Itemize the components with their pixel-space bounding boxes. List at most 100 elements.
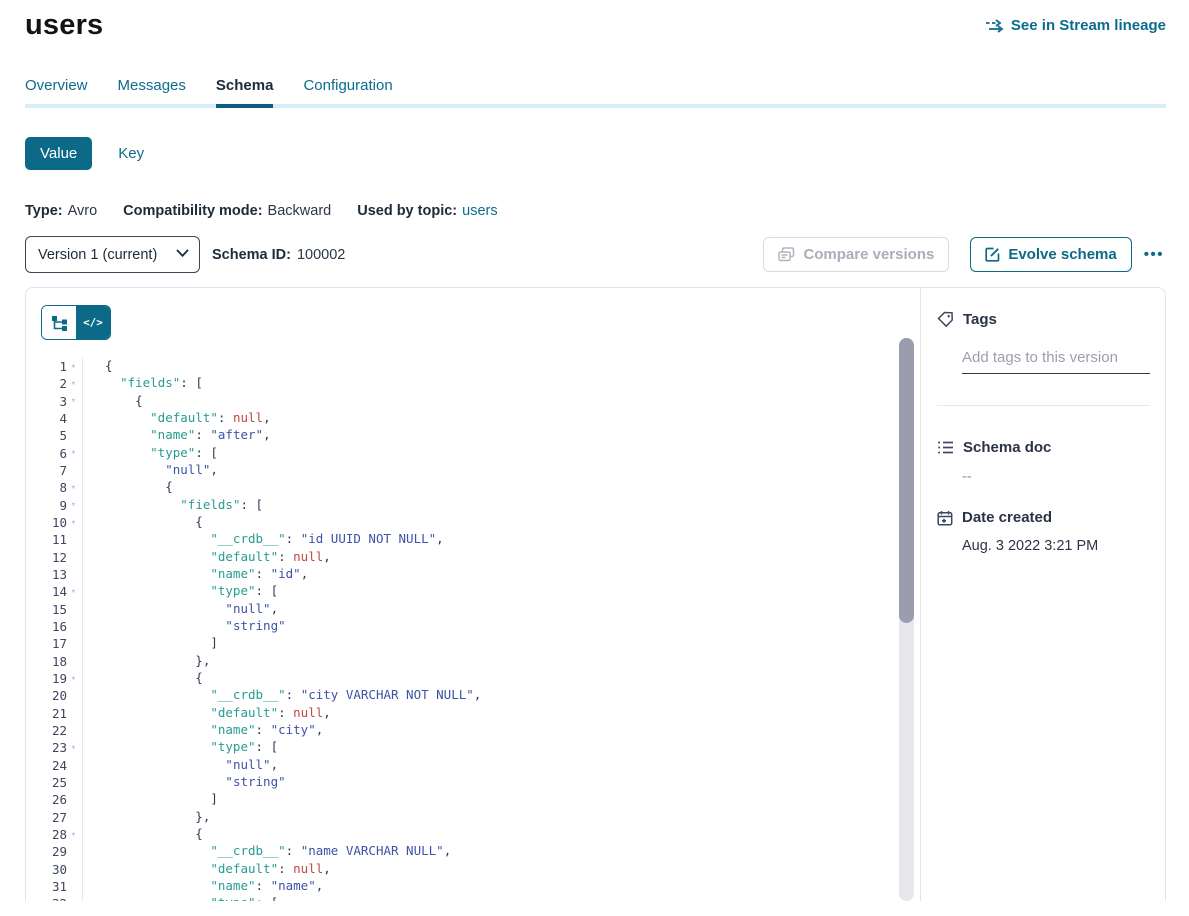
date-created-value: Aug. 3 2022 3:21 PM — [937, 538, 1150, 554]
code-view-button[interactable]: </> — [76, 306, 110, 339]
schema-id-label: Schema ID: — [212, 247, 291, 263]
code-text: { — [83, 393, 143, 410]
line-number: 11 — [52, 532, 67, 547]
fold-arrow-icon[interactable]: ▾ — [67, 362, 80, 372]
code-line: 14▾ "type": [ — [26, 583, 920, 600]
evolve-schema-button[interactable]: Evolve schema — [970, 237, 1131, 272]
code-line: 32▾ "type": [ — [26, 895, 920, 901]
topic-link[interactable]: users — [462, 203, 497, 219]
line-number: 12 — [52, 550, 67, 565]
more-options-button[interactable]: ••• — [1142, 242, 1166, 267]
tab-configuration[interactable]: Configuration — [303, 77, 392, 104]
line-number: 32 — [52, 896, 67, 901]
code-text: "type": [ — [83, 583, 278, 600]
line-number: 31 — [52, 879, 67, 894]
code-line: 25 "string" — [26, 774, 920, 791]
sidebar-divider — [937, 405, 1150, 406]
tab-schema[interactable]: Schema — [216, 77, 274, 104]
code-line: 23▾ "type": [ — [26, 739, 920, 756]
code-line: 16 "string" — [26, 618, 920, 635]
fold-arrow-icon[interactable]: ▾ — [67, 674, 80, 684]
code-text: { — [83, 826, 203, 843]
line-number: 30 — [52, 862, 67, 877]
compare-versions-label: Compare versions — [803, 246, 934, 263]
code-text: }, — [83, 653, 210, 670]
code-line: 30 "default": null, — [26, 861, 920, 878]
fold-arrow-icon[interactable]: ▾ — [67, 500, 80, 510]
line-number: 10 — [52, 515, 67, 530]
code-text: "fields": [ — [83, 497, 263, 514]
line-number: 25 — [52, 775, 67, 790]
line-number: 21 — [52, 706, 67, 721]
key-toggle-button[interactable]: Key — [118, 145, 144, 162]
list-icon — [937, 440, 954, 455]
code-line: 19▾ { — [26, 670, 920, 687]
schema-meta: Type: Avro Compatibility mode: Backward … — [25, 203, 1166, 219]
code-text: { — [83, 358, 113, 375]
fold-arrow-icon[interactable]: ▾ — [67, 396, 80, 406]
add-tags-input[interactable] — [962, 345, 1150, 374]
calendar-plus-icon — [937, 510, 953, 526]
line-number: 28 — [52, 827, 67, 842]
code-line: 12 "default": null, — [26, 549, 920, 566]
tab-bar: Overview Messages Schema Configuration — [25, 77, 1166, 104]
fold-arrow-icon[interactable]: ▾ — [67, 483, 80, 493]
code-text: "name": "after", — [83, 427, 271, 444]
stream-lineage-link[interactable]: See in Stream lineage — [985, 17, 1166, 34]
code-text: "type": [ — [83, 895, 278, 901]
line-number: 4 — [59, 411, 67, 426]
schema-code-editor: </> 1▾{2▾ "fields": [3▾ {4 "default": nu… — [26, 288, 921, 901]
editor-view-toggle: </> — [41, 305, 111, 340]
version-select[interactable]: Version 1 (current) — [25, 236, 200, 273]
code-text: "__crdb__": "name VARCHAR NULL", — [83, 843, 451, 860]
line-number: 16 — [52, 619, 67, 634]
schema-card: </> 1▾{2▾ "fields": [3▾ {4 "default": nu… — [25, 287, 1166, 901]
tab-overview[interactable]: Overview — [25, 77, 88, 104]
evolve-schema-label: Evolve schema — [1008, 246, 1116, 263]
tab-messages[interactable]: Messages — [118, 77, 186, 104]
edit-icon — [985, 247, 1000, 262]
fold-arrow-icon[interactable]: ▾ — [67, 379, 80, 389]
line-number: 26 — [52, 792, 67, 807]
compare-versions-button[interactable]: Compare versions — [763, 237, 949, 272]
type-label: Type: — [25, 203, 63, 219]
tree-view-icon — [51, 315, 68, 331]
page-title: users — [25, 9, 103, 42]
compare-versions-icon — [778, 247, 795, 262]
fold-arrow-icon[interactable]: ▾ — [67, 587, 80, 597]
code-text: "null", — [83, 757, 278, 774]
scrollbar-thumb[interactable] — [899, 338, 914, 623]
code-text: "string" — [83, 774, 286, 791]
fold-arrow-icon[interactable]: ▾ — [67, 448, 80, 458]
code-line: 13 "name": "id", — [26, 566, 920, 583]
compatibility-value: Backward — [268, 203, 332, 219]
code-line: 27 }, — [26, 809, 920, 826]
schema-id-value: 100002 — [297, 247, 345, 263]
code-line: 26 ] — [26, 791, 920, 808]
code-text: "__crdb__": "id UUID NOT NULL", — [83, 531, 444, 548]
line-number: 23 — [52, 740, 67, 755]
date-created-title: Date created — [962, 509, 1052, 526]
code-text: "default": null, — [83, 861, 331, 878]
line-number: 3 — [59, 394, 67, 409]
code-text: "null", — [83, 462, 218, 479]
code-line: 20 "__crdb__": "city VARCHAR NOT NULL", — [26, 687, 920, 704]
schema-doc-title: Schema doc — [963, 439, 1051, 456]
fold-arrow-icon[interactable]: ▾ — [67, 743, 80, 753]
code-text: "default": null, — [83, 549, 331, 566]
line-number: 7 — [59, 463, 67, 478]
fold-arrow-icon[interactable]: ▾ — [67, 899, 80, 901]
used-by-topic-label: Used by topic: — [357, 203, 457, 219]
tree-view-button[interactable] — [42, 306, 76, 339]
code-line: 9▾ "fields": [ — [26, 497, 920, 514]
fold-arrow-icon[interactable]: ▾ — [67, 830, 80, 840]
fold-arrow-icon[interactable]: ▾ — [67, 518, 80, 528]
scrollbar-track[interactable] — [899, 338, 914, 901]
value-toggle-button[interactable]: Value — [25, 137, 92, 170]
code-line: 10▾ { — [26, 514, 920, 531]
line-number: 14 — [52, 584, 67, 599]
line-number: 20 — [52, 688, 67, 703]
code-line: 18 }, — [26, 653, 920, 670]
code-text: "null", — [83, 601, 278, 618]
code-text: "type": [ — [83, 445, 218, 462]
